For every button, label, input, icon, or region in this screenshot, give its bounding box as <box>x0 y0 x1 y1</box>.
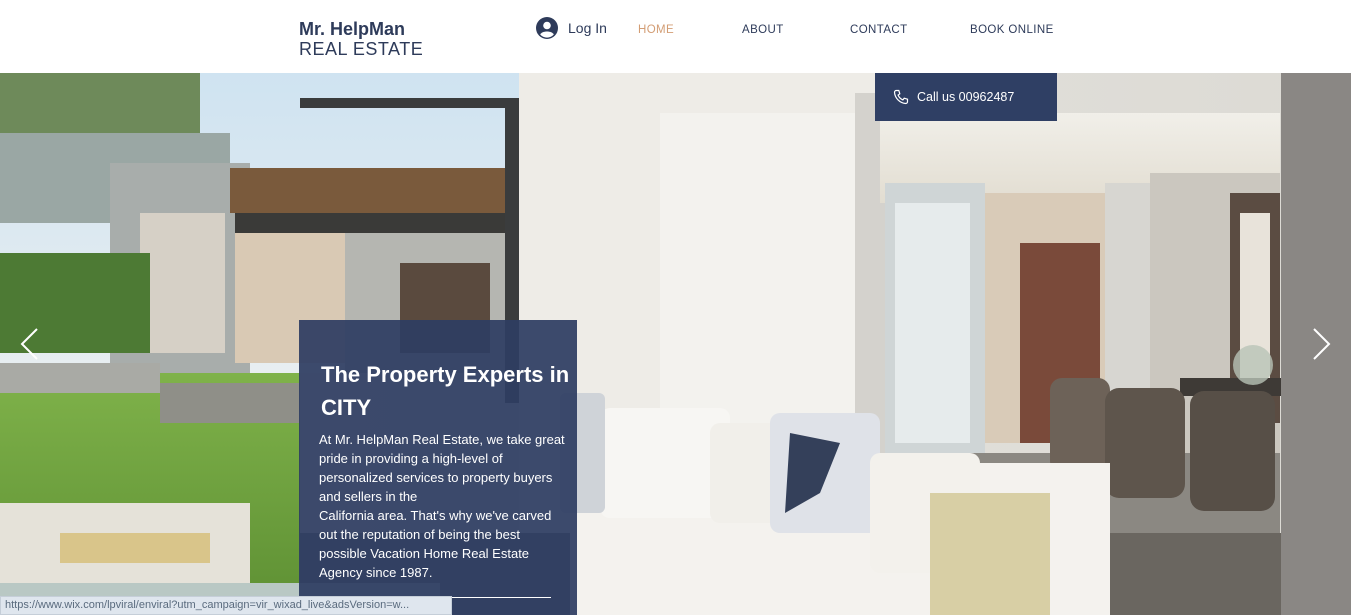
user-avatar-icon <box>536 17 558 39</box>
hero-info-box: The Property Experts in CITY At Mr. Help… <box>299 320 577 615</box>
login-label: Log In <box>568 20 607 36</box>
nav-contact[interactable]: CONTACT <box>850 24 908 36</box>
nav-about[interactable]: ABOUT <box>742 24 784 36</box>
call-us-button[interactable]: Call us 00962487 <box>875 73 1057 121</box>
logo-title[interactable]: Mr. HelpMan <box>299 19 405 40</box>
chevron-right-icon[interactable] <box>1308 326 1334 362</box>
phone-icon <box>893 89 909 105</box>
nav-home[interactable]: HOME <box>638 24 674 36</box>
nav-book-online[interactable]: BOOK ONLINE <box>970 24 1054 36</box>
call-us-label: Call us 00962487 <box>917 90 1015 104</box>
browser-status-bar: https://www.wix.com/lpviral/enviral?utm_… <box>0 596 452 615</box>
hero-title: The Property Experts in CITY <box>321 362 570 420</box>
chevron-left-icon[interactable] <box>17 326 43 362</box>
hero-image <box>0 73 1351 615</box>
hero-description: At Mr. HelpMan Real Estate, we take grea… <box>319 432 565 580</box>
living-room-photo <box>0 73 1351 615</box>
logo-subtitle[interactable]: REAL ESTATE <box>299 39 423 60</box>
site-header: Mr. HelpMan REAL ESTATE Log In HOME ABOU… <box>0 0 1351 73</box>
login-button[interactable]: Log In <box>536 17 607 39</box>
